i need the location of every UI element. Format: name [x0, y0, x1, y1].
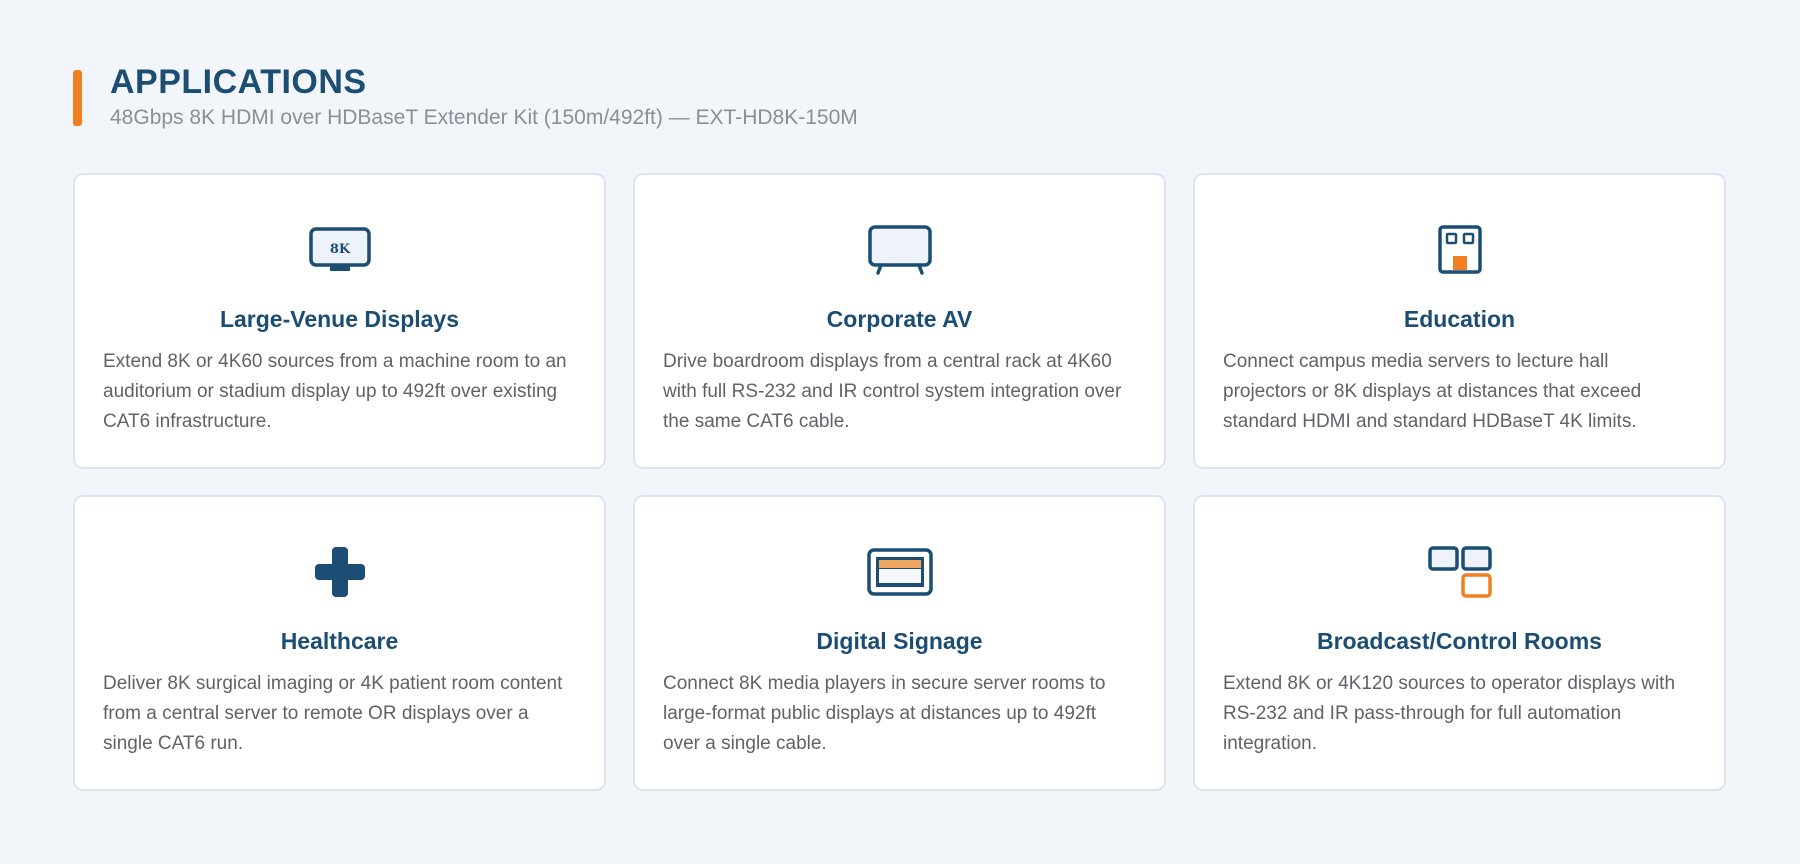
medical-cross-icon [304, 542, 376, 602]
card-title: Corporate AV [826, 306, 973, 332]
card-description: Deliver 8K surgical imaging or 4K patien… [103, 673, 563, 754]
application-card-healthcare: Healthcare Deliver 8K surgical imaging o… [73, 495, 606, 791]
page-subtitle: 48Gbps 8K HDMI over HDBaseT Extender Kit… [110, 106, 858, 129]
card-description: Extend 8K or 4K60 sources from a machine… [103, 351, 567, 432]
8k-monitor-icon: 8K [304, 220, 376, 280]
application-card-corporate-av: Corporate AV Drive boardroom displays fr… [633, 173, 1166, 469]
card-title: Healthcare [280, 628, 399, 654]
8k-label: 8K [329, 242, 350, 257]
card-description: Connect campus media servers to lecture … [1223, 351, 1642, 432]
building-icon [1424, 220, 1496, 280]
card-description: Connect 8K media players in secure serve… [663, 673, 1106, 754]
page-title: APPLICATIONS [110, 63, 367, 101]
applications-grid: 8K Large-Venue Displays Extend 8K or 4K6… [73, 173, 1727, 791]
card-title: Broadcast/Control Rooms [1317, 628, 1602, 654]
application-card-broadcast: Broadcast/Control Rooms Extend 8K or 4K1… [1193, 495, 1726, 791]
multi-screen-icon [1424, 542, 1496, 602]
application-card-education: Education Connect campus media servers t… [1193, 173, 1726, 469]
applications-page: APPLICATIONS 48Gbps 8K HDMI over HDBaseT… [0, 0, 1800, 864]
card-description: Drive boardroom displays from a central … [663, 351, 1122, 432]
signage-screen-icon [864, 542, 936, 602]
card-description: Extend 8K or 4K120 sources to operator d… [1223, 673, 1676, 754]
card-title: Digital Signage [816, 628, 983, 654]
application-card-large-venue: 8K Large-Venue Displays Extend 8K or 4K6… [73, 173, 606, 469]
card-title: Large-Venue Displays [219, 306, 460, 332]
header-accent-bar [73, 70, 82, 126]
card-title: Education [1403, 306, 1516, 332]
tv-icon [864, 220, 936, 280]
application-card-digital-signage: Digital Signage Connect 8K media players… [633, 495, 1166, 791]
